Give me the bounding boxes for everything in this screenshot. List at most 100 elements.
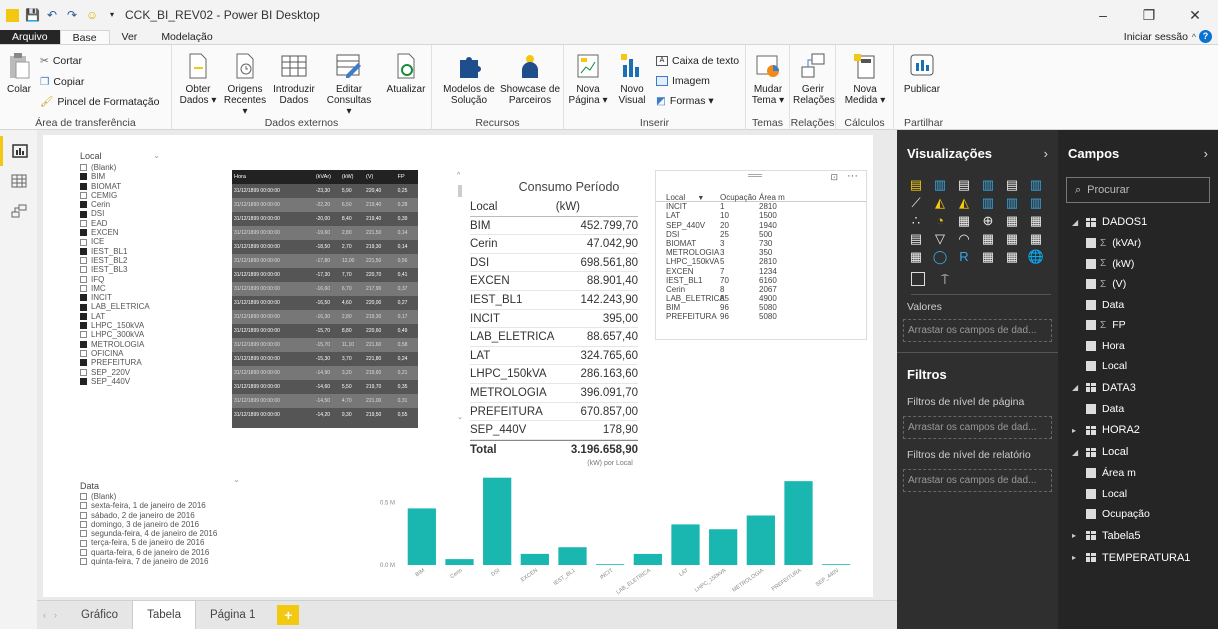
field-table-dados1[interactable]: ◢ DADOS1 xyxy=(1072,211,1218,233)
copy-button[interactable]: ❐ Copiar xyxy=(40,76,84,88)
values-drop-zone[interactable]: Arrastar os campos de dad... xyxy=(903,319,1052,342)
slicer-local-item[interactable]: ICE xyxy=(80,237,220,246)
solution-templates-button[interactable]: Modelos de Solução xyxy=(442,51,496,106)
scroll-down-icon[interactable]: ⌄ xyxy=(457,413,463,421)
visual-type-icon[interactable]: ◠ xyxy=(955,231,973,246)
checkbox[interactable] xyxy=(80,331,87,339)
smiley-feedback-icon[interactable]: ☺ xyxy=(85,8,99,22)
checkbox[interactable] xyxy=(80,182,87,190)
expand-down-icon[interactable]: ◢ xyxy=(1072,218,1080,227)
field-table-local[interactable]: ◢ Local xyxy=(1072,441,1218,463)
help-icon[interactable]: ? xyxy=(1199,30,1212,43)
collapse-pane-icon[interactable]: › xyxy=(1044,146,1048,161)
checkbox[interactable] xyxy=(80,285,87,292)
checkbox[interactable] xyxy=(80,539,87,547)
report-view-button[interactable] xyxy=(0,136,37,166)
slicer-local-item[interactable]: (Blank) xyxy=(80,163,220,172)
slicer-local-item[interactable]: EAD xyxy=(80,219,220,228)
undo-icon[interactable]: ↶ xyxy=(45,8,59,22)
slicer-data-item[interactable]: domingo, 3 de janeiro de 2016 xyxy=(80,520,250,529)
checkbox[interactable] xyxy=(80,322,87,330)
refresh-button[interactable]: Atualizar xyxy=(382,51,430,95)
slicer-local-item[interactable]: IEST_BL2 xyxy=(80,256,220,265)
collapse-fields-icon[interactable]: › xyxy=(1204,146,1208,161)
slicer-local-item[interactable]: LHPC_150kVA xyxy=(80,321,220,330)
slicer-data-item[interactable]: segunda-feira, 4 de janeiro de 2016 xyxy=(80,529,250,538)
visual-type-icon[interactable]: ▦ xyxy=(979,249,997,264)
restore-button[interactable]: ❐ xyxy=(1126,0,1172,30)
slicer-local-item[interactable]: SEP_440V xyxy=(80,377,220,386)
visual-type-icon[interactable]: ▥ xyxy=(1003,195,1021,210)
redo-icon[interactable]: ↷ xyxy=(65,8,79,22)
checkbox[interactable] xyxy=(80,521,87,529)
shapes-button[interactable]: ◩ Formas ▾ xyxy=(656,95,714,107)
field-item[interactable]: Local xyxy=(1072,356,1218,377)
manage-relations-button[interactable]: Gerir Relações xyxy=(793,51,835,106)
checkbox[interactable] xyxy=(80,219,87,227)
visual-type-icon[interactable]: ▦ xyxy=(1027,213,1045,228)
column-header[interactable]: (kW) xyxy=(339,170,365,184)
checkbox[interactable] xyxy=(80,502,87,510)
page-tab-tabela[interactable]: Tabela xyxy=(132,601,196,629)
slicer-local-item[interactable]: PREFEITURA xyxy=(80,358,220,367)
bar[interactable] xyxy=(822,564,851,565)
slicer-local-item[interactable]: LAT xyxy=(80,312,220,321)
scroll-up-icon[interactable]: ^ xyxy=(457,172,460,179)
visual-type-icon[interactable]: ▥ xyxy=(979,177,997,192)
bar[interactable] xyxy=(596,564,625,565)
visual-type-icon[interactable]: ▥ xyxy=(931,177,949,192)
checkbox[interactable] xyxy=(80,303,87,311)
bar[interactable] xyxy=(746,515,775,565)
bar[interactable] xyxy=(520,553,549,565)
tab-scroll-left-icon[interactable]: ‹ xyxy=(37,601,52,629)
data-view-button[interactable] xyxy=(0,166,37,196)
new-page-button[interactable]: Nova Página ▾ xyxy=(568,51,608,106)
field-item[interactable]: Ocupação xyxy=(1072,504,1218,525)
visual-type-icon[interactable]: ◭ xyxy=(955,195,973,210)
bar[interactable] xyxy=(784,481,813,565)
checkbox[interactable] xyxy=(80,530,87,538)
visual-type-icon[interactable]: ▤ xyxy=(955,177,973,192)
slicer-data-item[interactable]: sábado, 2 de janeiro de 2016 xyxy=(80,511,250,520)
sign-in-link[interactable]: Iniciar sessão xyxy=(1124,30,1188,44)
tab-home[interactable]: Base xyxy=(59,30,110,44)
slicer-local-item[interactable]: BIOMAT xyxy=(80,182,220,191)
drag-handle-icon[interactable] xyxy=(748,174,762,177)
visual-type-icon[interactable]: ▤ xyxy=(907,177,925,192)
column-header[interactable]: (V) xyxy=(364,170,396,184)
field-item[interactable]: Local xyxy=(1072,484,1218,505)
visual-type-icon[interactable]: ▥ xyxy=(1027,195,1045,210)
slicer-local-item[interactable]: OFICINA xyxy=(80,349,220,358)
slicer-local-item[interactable]: LAB_ELETRICA xyxy=(80,302,220,311)
visual-type-icon[interactable]: R xyxy=(955,249,973,264)
more-options-icon[interactable]: ··· xyxy=(847,170,858,182)
slicer-local-item[interactable]: BIM xyxy=(80,172,220,181)
visual-type-icon[interactable]: ▥ xyxy=(1027,177,1045,192)
checkbox[interactable] xyxy=(80,493,87,501)
slicer-local-item[interactable]: METROLOGIA xyxy=(80,340,220,349)
new-measure-button[interactable]: Nova Medida ▾ xyxy=(842,51,888,106)
textbox-button[interactable]: A Caixa de texto xyxy=(656,55,739,67)
slicer-data-item[interactable]: quarta-feira, 6 de janeiro de 2016 xyxy=(80,548,250,557)
field-checkbox[interactable] xyxy=(1086,509,1096,520)
checkbox[interactable] xyxy=(80,275,87,283)
slicer-local-item[interactable]: DSI xyxy=(80,209,220,218)
field-checkbox[interactable] xyxy=(1086,403,1096,414)
checkbox[interactable] xyxy=(80,350,87,358)
slicer-data-item[interactable]: quinta-feira, 7 de janeiro de 2016 xyxy=(80,557,250,566)
visual-type-icon[interactable]: 🌐 xyxy=(1027,249,1045,264)
tab-modeling[interactable]: Modelação xyxy=(149,30,224,44)
visual-type-icon[interactable]: ▤ xyxy=(907,231,925,246)
recent-sources-button[interactable]: Origens Recentes ▾ xyxy=(222,51,268,117)
expand-down-icon[interactable]: ◢ xyxy=(1072,448,1080,457)
field-item[interactable]: Área m xyxy=(1072,463,1218,484)
checkbox[interactable] xyxy=(80,377,87,385)
checkbox[interactable] xyxy=(80,511,87,519)
occupancy-table-visual[interactable]: ⊡ ··· Local ▼ Ocupação Área m INCIT 1 2810… xyxy=(655,170,867,340)
save-icon[interactable]: 💾 xyxy=(25,8,40,22)
hour-table-visual[interactable]: Hora (kVAr) (kW) (V) FP 31/12/1899 00:00:00-… xyxy=(232,170,418,428)
field-checkbox[interactable] xyxy=(1086,468,1096,479)
field-checkbox[interactable] xyxy=(1086,361,1096,372)
field-table-temperatura1[interactable]: ▸ TEMPERATURA1 xyxy=(1072,547,1218,569)
expand-right-icon[interactable]: ▸ xyxy=(1072,553,1080,562)
